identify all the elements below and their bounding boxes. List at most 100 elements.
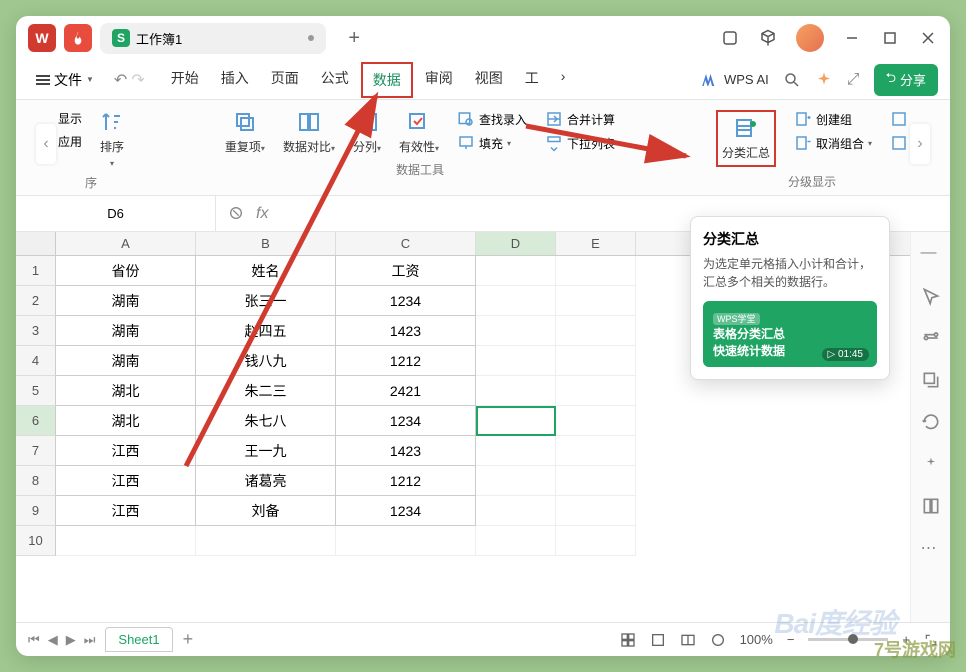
ribbon-item-sort[interactable]: 排序▾ [100, 110, 124, 168]
cell[interactable]: 湖南 [56, 316, 196, 346]
cell[interactable] [476, 286, 556, 316]
col-header-e[interactable]: E [556, 232, 636, 255]
tooltip-video-card[interactable]: WPS学堂 表格分类汇总 快速统计数据 ▷ 01:45 [703, 301, 877, 367]
view-page-icon[interactable] [650, 632, 666, 648]
sparkle-button[interactable] [815, 71, 833, 89]
row-header[interactable]: 6 [16, 406, 56, 436]
cell[interactable]: 刘备 [196, 496, 336, 526]
maximize-button[interactable] [880, 28, 900, 48]
ribbon-scroll-right[interactable]: › [910, 124, 930, 164]
ribbon-item-merge[interactable]: 合并计算 [545, 110, 615, 128]
cell[interactable]: 湖北 [56, 406, 196, 436]
row-header[interactable]: 5 [16, 376, 56, 406]
cell[interactable] [476, 346, 556, 376]
undo-button[interactable]: ↶ [114, 70, 127, 90]
cell[interactable] [196, 526, 336, 556]
cell[interactable] [556, 316, 636, 346]
ribbon-item-ungroup[interactable]: 取消组合▾ [794, 134, 872, 152]
cell[interactable]: 省份 [56, 256, 196, 286]
share-button[interactable]: ⮌ 分享 [874, 64, 938, 96]
cell[interactable] [476, 316, 556, 346]
sp-cursor-icon[interactable] [921, 286, 941, 306]
ribbon-item-dropdown-list[interactable]: 下拉列表 [545, 134, 615, 152]
row-header[interactable]: 1 [16, 256, 56, 286]
cell[interactable]: 1234 [336, 286, 476, 316]
cancel-formula-icon[interactable] [228, 205, 244, 223]
ribbon-item-validation[interactable]: 有效性▾ [399, 110, 439, 155]
file-menu[interactable]: 文件 ▼ [28, 66, 102, 94]
sheet-last-button[interactable]: ⏭ [84, 632, 96, 648]
col-header-b[interactable]: B [196, 232, 336, 255]
cell[interactable]: 1234 [336, 406, 476, 436]
document-tab[interactable]: S 工作簿1 [100, 23, 326, 54]
cell[interactable]: 赵四五 [196, 316, 336, 346]
cell[interactable] [556, 406, 636, 436]
fx-label[interactable]: fx [256, 205, 268, 223]
cell[interactable] [336, 526, 476, 556]
cell[interactable]: 钱八九 [196, 346, 336, 376]
tab-more[interactable]: › [551, 62, 576, 98]
tab-tools[interactable]: 工 [515, 62, 549, 98]
cell[interactable] [556, 436, 636, 466]
cell[interactable] [476, 466, 556, 496]
ribbon-item-expand[interactable] [890, 110, 908, 128]
cell[interactable] [476, 436, 556, 466]
cell[interactable] [556, 256, 636, 286]
ribbon-item-compare[interactable]: 数据对比▾ [283, 110, 335, 155]
row-header[interactable]: 3 [16, 316, 56, 346]
row-header[interactable]: 8 [16, 466, 56, 496]
zoom-label[interactable]: 100% [740, 632, 773, 647]
cell[interactable]: 1234 [336, 496, 476, 526]
col-header-c[interactable]: C [336, 232, 476, 255]
cell[interactable]: 2421 [336, 376, 476, 406]
cell[interactable] [56, 526, 196, 556]
cell[interactable]: 1423 [336, 436, 476, 466]
sheet-first-button[interactable]: ⏮ [28, 632, 40, 648]
cell[interactable] [556, 526, 636, 556]
collapse-ribbon-button[interactable]: ⤢ [847, 71, 860, 89]
cube-icon[interactable] [758, 28, 778, 48]
view-fullscreen-icon[interactable] [710, 632, 726, 648]
select-all-corner[interactable] [16, 232, 56, 255]
sheet-next-button[interactable]: ▶ [66, 632, 76, 648]
wps-logo-icon[interactable]: W [28, 24, 56, 52]
tab-review[interactable]: 审阅 [415, 62, 463, 98]
sheet-tab[interactable]: Sheet1 [105, 627, 172, 652]
minimize-button[interactable] [842, 28, 862, 48]
tab-view[interactable]: 视图 [465, 62, 513, 98]
ribbon-item-subtotal[interactable]: 分类汇总 [716, 110, 776, 167]
cell[interactable] [476, 406, 556, 436]
cell[interactable] [556, 286, 636, 316]
ribbon-item-collapse[interactable] [890, 134, 908, 152]
sp-refresh-icon[interactable] [921, 412, 941, 432]
name-box[interactable]: D6 [16, 196, 216, 231]
ribbon-item-find[interactable]: 查找录入 [457, 110, 527, 128]
col-header-a[interactable]: A [56, 232, 196, 255]
cell[interactable]: 朱七八 [196, 406, 336, 436]
cell[interactable]: 湖南 [56, 346, 196, 376]
tab-insert[interactable]: 插入 [211, 62, 259, 98]
tab-start[interactable]: 开始 [161, 62, 209, 98]
cell[interactable]: 姓名 [196, 256, 336, 286]
view-reading-icon[interactable] [680, 632, 696, 648]
row-header[interactable]: 4 [16, 346, 56, 376]
sp-settings-icon[interactable] [921, 328, 941, 348]
ribbon-item-display[interactable]: 显示 应用 [58, 110, 82, 150]
sp-layers-icon[interactable] [921, 370, 941, 390]
row-header[interactable]: 10 [16, 526, 56, 556]
sp-more-icon[interactable]: ⋯ [921, 538, 941, 558]
cell[interactable]: 1212 [336, 346, 476, 376]
add-sheet-button[interactable]: + [183, 629, 194, 650]
cell[interactable]: 江西 [56, 436, 196, 466]
search-button[interactable] [783, 71, 801, 89]
row-header[interactable]: 2 [16, 286, 56, 316]
cell[interactable]: 江西 [56, 466, 196, 496]
ribbon-item-fill[interactable]: 填充▾ [457, 134, 527, 152]
cell[interactable] [556, 346, 636, 376]
ribbon-item-duplicates[interactable]: 重复项▾ [225, 110, 265, 155]
cell[interactable] [476, 496, 556, 526]
cell[interactable]: 王一九 [196, 436, 336, 466]
row-header[interactable]: 9 [16, 496, 56, 526]
cell[interactable] [556, 496, 636, 526]
cell[interactable] [556, 376, 636, 406]
